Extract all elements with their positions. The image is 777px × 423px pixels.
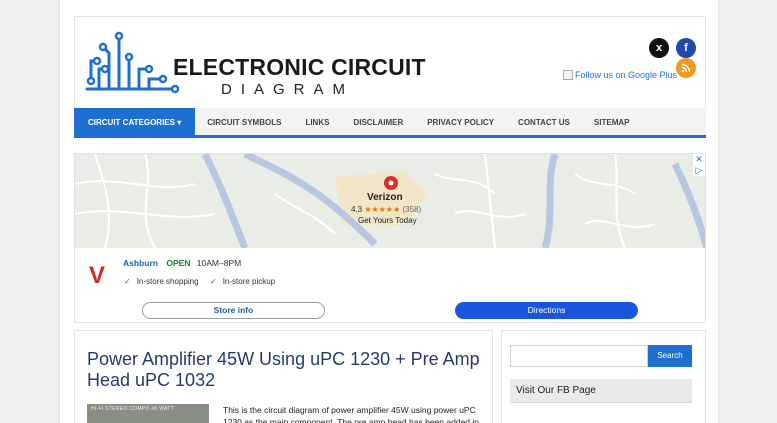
nav-contact-us[interactable]: CONTACT US <box>506 108 582 135</box>
facebook-button[interactable]: f <box>676 38 696 58</box>
rss-button[interactable] <box>676 58 696 78</box>
nav-sitemap[interactable]: SITEMAP <box>582 108 642 135</box>
store-hours: 10AM–8PM <box>196 258 242 268</box>
facebook-icon: f <box>684 42 688 54</box>
search-input[interactable] <box>510 345 648 367</box>
twitter-x-button[interactable]: x <box>649 38 669 58</box>
google-plus-alt-text: Follow us on Google Plus <box>575 70 678 80</box>
nav-privacy-policy[interactable]: PRIVACY POLICY <box>415 108 506 135</box>
nav-circuit-categories[interactable]: CIRCUIT CATEGORIES ▾ <box>74 108 196 135</box>
check-icon: ✓ <box>210 277 217 286</box>
feature-instore-shopping: ✓ In-store shopping <box>124 277 199 286</box>
close-icon[interactable]: ✕ <box>695 154 703 164</box>
feature-instore-pickup: ✓ In-store pickup <box>210 277 276 286</box>
search-button[interactable]: Search <box>648 345 692 367</box>
nav-disclaimer[interactable]: DISCLAIMER <box>341 108 415 135</box>
advertisement[interactable]: Verizon 4.3 ★★★★★ (358) Get Yours Today … <box>74 153 706 323</box>
fb-widget-title: Visit Our FB Page <box>510 379 692 403</box>
broken-image-icon <box>563 70 573 80</box>
x-icon: x <box>655 42 663 54</box>
page: ELECTRONIC CIRCUIT DIAGRAM x f Follow us… <box>59 0 719 423</box>
sidebar: Search Visit Our FB Page <box>501 330 706 423</box>
nav-links[interactable]: LINKS <box>293 108 341 135</box>
store-info-button[interactable]: Store info <box>142 302 325 319</box>
directions-button[interactable]: Directions <box>455 302 638 319</box>
verizon-logo-icon: V <box>89 262 106 289</box>
nav-circuit-symbols[interactable]: CIRCUIT SYMBOLS <box>195 108 293 135</box>
map-pin-label: Verizon <box>367 192 403 203</box>
circuit-logo-icon <box>85 31 180 94</box>
main-nav: CIRCUIT CATEGORIES ▾ CIRCUIT SYMBOLS LIN… <box>74 108 706 138</box>
site-header: ELECTRONIC CIRCUIT DIAGRAM x f Follow us… <box>74 16 706 108</box>
rating-count: (358) <box>402 205 422 214</box>
rss-icon <box>681 63 691 73</box>
thumbnail-caption: HI-FI STEREO COMPO 45 WATT <box>91 406 175 412</box>
ad-map[interactable]: Verizon 4.3 ★★★★★ (358) Get Yours Today <box>75 154 705 250</box>
google-plus-link[interactable]: Follow us on Google Plus <box>563 70 677 80</box>
post-title[interactable]: Power Amplifier 45W Using uPC 1230 + Pre… <box>87 349 482 391</box>
site-title: ELECTRONIC CIRCUIT <box>173 54 426 80</box>
star-icon: ★★★★★ <box>364 205 401 214</box>
store-location: Ashburn OPEN 10AM–8PM <box>123 258 241 268</box>
store-status: OPEN <box>166 258 191 268</box>
play-icon[interactable]: ▷ <box>696 165 703 175</box>
store-city[interactable]: Ashburn <box>123 258 158 268</box>
adchoices-icon[interactable]: ✕ ▷ <box>693 154 705 176</box>
rating-value: 4.3 <box>351 205 363 214</box>
ad-cta: Get Yours Today <box>358 216 417 225</box>
site-logo[interactable]: ELECTRONIC CIRCUIT DIAGRAM <box>85 31 426 98</box>
post-excerpt: This is the circuit diagram of power amp… <box>223 405 479 423</box>
post-card: Power Amplifier 45W Using uPC 1230 + Pre… <box>74 330 493 423</box>
ad-rating: 4.3 ★★★★★ (358) <box>351 205 421 214</box>
check-icon: ✓ <box>124 277 131 286</box>
site-subtitle: DIAGRAM <box>221 81 355 98</box>
